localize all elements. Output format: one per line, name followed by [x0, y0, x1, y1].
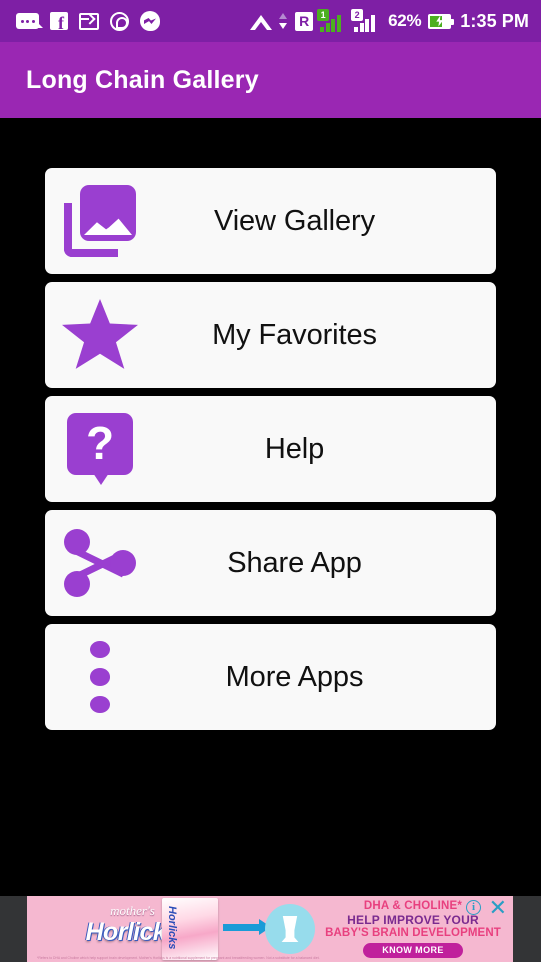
ad-line-2: HELP IMPROVE YOUR: [347, 913, 479, 927]
ad-banner[interactable]: mother's Horlicks DHA & CHOLINE* HELP IM…: [27, 896, 513, 962]
ad-arrow-icon: [223, 919, 271, 935]
menu-item-share-app[interactable]: Share App: [45, 510, 496, 616]
page-title: Long Chain Gallery: [26, 65, 259, 94]
menu-item-label: My Favorites: [212, 318, 377, 351]
menu-item-my-favorites[interactable]: My Favorites: [45, 282, 496, 388]
menu-item-help[interactable]: ? Help: [45, 396, 496, 502]
wifi-icon: [250, 12, 274, 30]
battery-percent: 62%: [388, 11, 422, 30]
status-bar-notification-icons: [16, 11, 160, 33]
ad-banner-container: mother's Horlicks DHA & CHOLINE* HELP IM…: [0, 896, 541, 962]
phone-screen: R 1 2 62% 1:35 PM Long Chain Gallery Vi: [0, 0, 541, 962]
share-icon: [45, 510, 155, 616]
menu-item-view-gallery[interactable]: View Gallery: [45, 168, 496, 274]
messenger-icon: [140, 11, 160, 31]
sim1-badge: 1: [317, 8, 330, 21]
menu-item-label: More Apps: [225, 660, 364, 693]
screen-cast-icon: [79, 12, 99, 30]
main-menu: View Gallery My Favorites ? Help Share A…: [0, 118, 541, 738]
app-bar: Long Chain Gallery: [0, 42, 541, 118]
ad-glass-icon: [265, 904, 315, 954]
gallery-icon: [45, 168, 155, 274]
ad-line-3: BABY'S BRAIN DEVELOPMENT: [325, 927, 501, 939]
sim2-badge: 2: [351, 8, 364, 21]
star-icon: [45, 282, 155, 388]
battery-charging-icon: [428, 13, 455, 29]
status-bar-system-icons: R 1 2 62% 1:35 PM: [250, 8, 529, 32]
data-transfer-arrows-icon: [279, 12, 288, 30]
roaming-icon: R: [295, 11, 314, 31]
menu-item-label: View Gallery: [213, 204, 376, 237]
more-vertical-dots-icon: [45, 624, 155, 730]
ad-product-pack-image: [162, 898, 218, 960]
sim2-signal-icon: 2: [351, 8, 381, 32]
facebook-icon: [50, 12, 68, 33]
menu-item-more-apps[interactable]: More Apps: [45, 624, 496, 730]
chat-bubble-icon: [16, 13, 43, 29]
ad-fine-print: *Refers to DHA and Choline which help su…: [37, 956, 320, 960]
ad-close-icon[interactable]: ✕: [489, 897, 507, 919]
clock: 1:35 PM: [460, 10, 529, 31]
sim1-signal-icon: 1: [317, 8, 347, 32]
menu-item-label: Help: [264, 432, 325, 465]
status-bar: R 1 2 62% 1:35 PM: [0, 0, 541, 42]
menu-item-label: Share App: [227, 546, 362, 579]
ad-info-icon[interactable]: i: [466, 900, 481, 915]
help-question-icon: ?: [45, 396, 155, 502]
whatsapp-icon: [110, 11, 129, 31]
